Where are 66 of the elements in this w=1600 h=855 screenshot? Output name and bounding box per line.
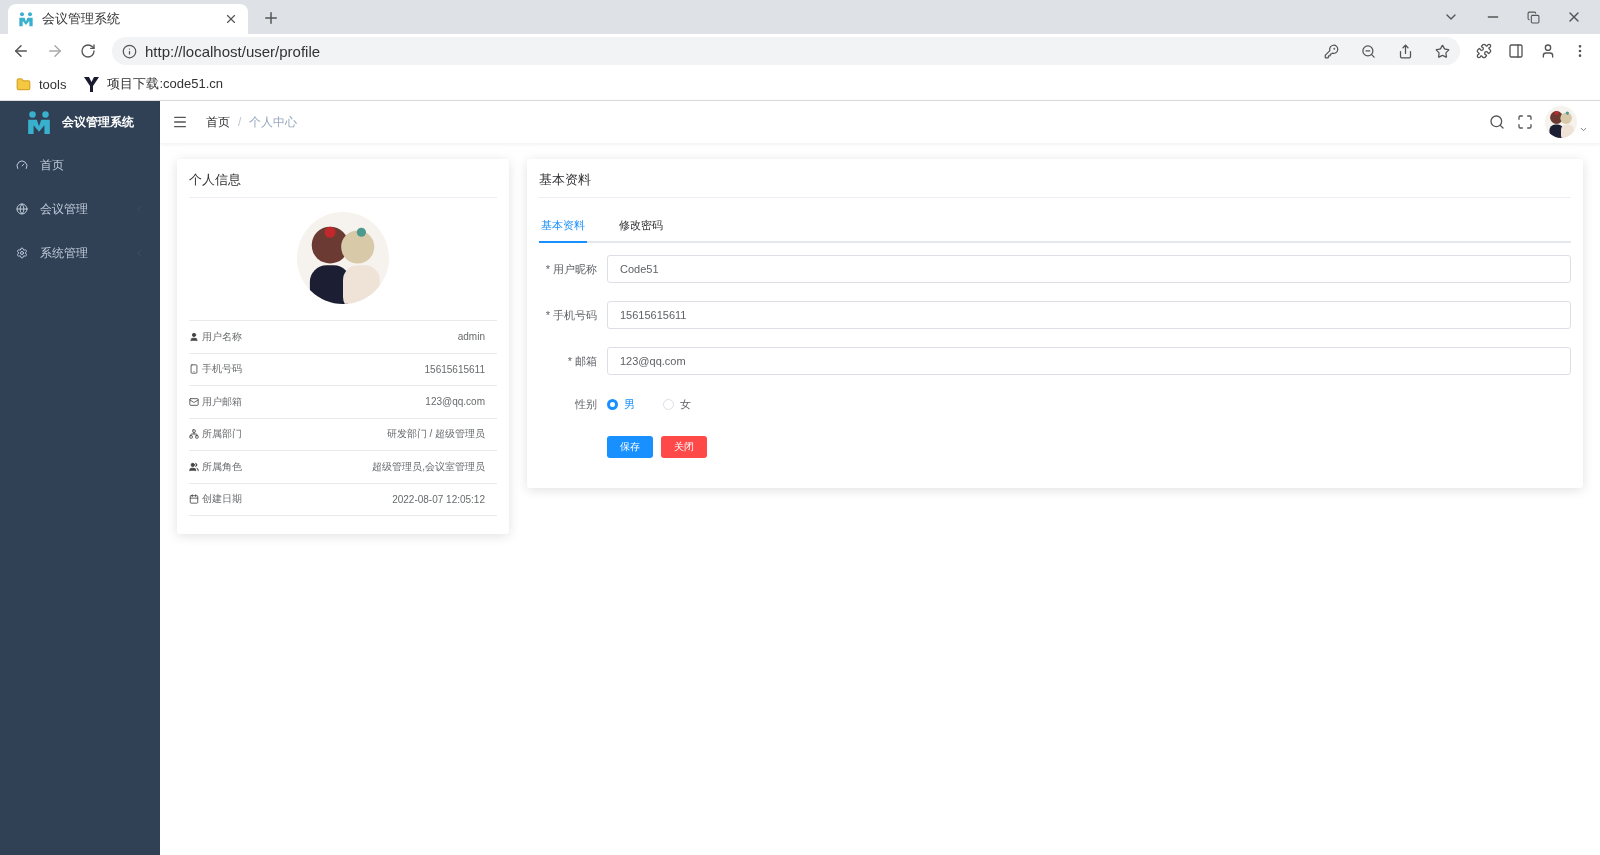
tab[interactable]: 基本资料	[539, 212, 587, 243]
tab[interactable]: 修改密码	[617, 212, 665, 243]
user-avatar	[1545, 106, 1577, 138]
dashboard-icon	[16, 159, 28, 171]
info-value: 15615615611	[424, 363, 485, 375]
star-icon[interactable]	[1435, 43, 1450, 59]
input-field[interactable]: Code51	[607, 255, 1571, 283]
key-icon[interactable]	[1324, 43, 1339, 59]
info-label: 用户名称	[189, 329, 242, 344]
info-label: 所属角色	[189, 459, 242, 474]
info-label: 所属部门	[189, 427, 242, 442]
tree-icon	[189, 429, 199, 440]
field-label: * 用户昵称	[544, 261, 598, 277]
gear-icon	[16, 247, 28, 259]
radio-option[interactable]: 男	[607, 397, 635, 412]
restore-icon[interactable]	[1527, 10, 1540, 24]
info-value: admin	[457, 331, 485, 343]
radio-icon[interactable]	[607, 399, 618, 410]
card-title: 基本资料	[539, 159, 1571, 198]
breadcrumb-item[interactable]: 首页	[206, 113, 230, 131]
zoom-out-icon[interactable]	[1361, 43, 1376, 59]
folder-icon	[16, 76, 31, 92]
users-icon	[189, 461, 199, 472]
globe-icon	[16, 203, 28, 215]
app-title: 会议管理系统	[62, 113, 134, 131]
new-tab-icon[interactable]	[262, 9, 280, 27]
user-icon	[189, 331, 199, 342]
card-title: 个人信息	[189, 159, 497, 198]
breadcrumb-separator: /	[238, 115, 242, 129]
breadcrumb-item: 个人中心	[249, 113, 298, 131]
mail-icon	[189, 396, 199, 407]
field-label: * 手机号码	[544, 307, 598, 323]
share-icon[interactable]	[1398, 43, 1413, 59]
profile-icon[interactable]	[1540, 43, 1556, 59]
sidebar-item[interactable]: 系统管理	[0, 231, 160, 275]
field-label: * 邮箱	[566, 353, 598, 369]
browser-tab[interactable]: 会议管理系统	[8, 4, 248, 34]
field-label: 性别	[574, 397, 598, 412]
info-label: 创建日期	[189, 492, 242, 507]
info-value: 超级管理员,会议室管理员	[372, 459, 485, 474]
site-logo-icon	[84, 76, 100, 92]
bookmark[interactable]: tools	[16, 76, 67, 92]
info-icon[interactable]	[122, 43, 137, 59]
people-logo-icon	[18, 11, 34, 27]
search-icon[interactable]	[1489, 114, 1505, 130]
sidebar-item[interactable]: 会议管理	[0, 187, 160, 231]
close-icon[interactable]	[224, 12, 238, 26]
sidebar-item[interactable]: 首页	[0, 143, 160, 187]
hamburger-icon[interactable]	[172, 114, 188, 130]
info-value: 研发部门 / 超级管理员	[386, 427, 485, 442]
reload-icon[interactable]	[80, 43, 96, 59]
radio-option[interactable]: 女	[663, 397, 691, 412]
input-field[interactable]: 15615615611	[607, 301, 1571, 329]
info-value: 2022-08-07 12:05:12	[392, 493, 485, 505]
info-value: 123@qq.com	[425, 396, 485, 408]
info-label: 用户邮箱	[189, 394, 242, 409]
info-label: 手机号码	[189, 362, 242, 377]
calendar-icon	[189, 494, 199, 505]
puzzle-icon[interactable]	[1476, 43, 1492, 59]
side-panel-icon[interactable]	[1508, 43, 1524, 59]
fullscreen-icon[interactable]	[1517, 114, 1533, 130]
input-field[interactable]: 123@qq.com	[607, 347, 1571, 375]
bookmark[interactable]: 项目下载:code51.cn	[84, 75, 224, 93]
people-logo-icon	[26, 109, 52, 135]
back-icon[interactable]	[12, 42, 30, 60]
phone-icon	[189, 364, 199, 375]
